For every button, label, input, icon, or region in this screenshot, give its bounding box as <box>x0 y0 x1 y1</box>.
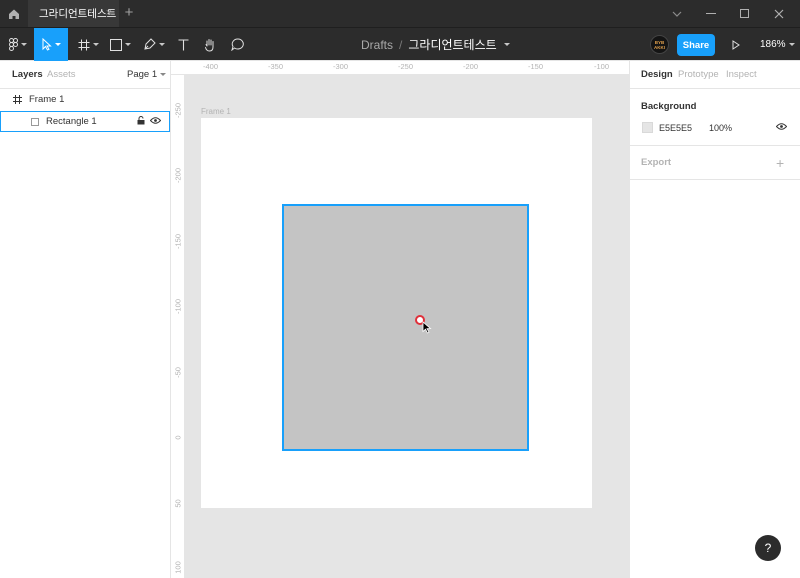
background-section <box>630 89 800 146</box>
background-swatch[interactable] <box>642 122 653 133</box>
canvas[interactable]: -400 -350 -300 -250 -200 -150 -100 -250 … <box>171 61 629 578</box>
chevron-down-icon <box>788 43 795 46</box>
ruler-tick: -100 <box>173 299 183 315</box>
layer-label: Rectangle 1 <box>46 116 97 127</box>
eye-icon[interactable] <box>150 117 161 124</box>
layer-label: Frame 1 <box>29 94 65 105</box>
add-export-button[interactable]: + <box>776 155 784 171</box>
pen-icon <box>144 38 156 50</box>
main-menu-button[interactable] <box>4 28 32 61</box>
ruler-tick: -250 <box>398 62 414 71</box>
tab-assets[interactable]: Assets <box>47 69 76 80</box>
rectangle-1[interactable] <box>282 204 529 451</box>
frame-label[interactable]: Frame 1 <box>201 107 231 116</box>
ruler-tick: -350 <box>268 62 284 71</box>
comment-tool-button[interactable] <box>228 28 248 61</box>
background-hex[interactable]: E5E5E5 <box>659 123 692 133</box>
chevron-down-icon <box>21 43 27 46</box>
new-tab-button[interactable]: + <box>121 4 137 22</box>
frame-icon <box>13 95 22 104</box>
breadcrumb-separator: / <box>399 37 403 52</box>
chevron-down-icon <box>92 43 99 46</box>
layer-actions <box>137 116 161 125</box>
title-bar: 그라디언트테스트 × + <box>0 0 800 27</box>
left-panel-tabs: Layers Assets Page 1 <box>0 61 170 89</box>
breadcrumb-drafts[interactable]: Drafts <box>361 38 393 52</box>
minimize-button[interactable] <box>694 0 728 27</box>
ruler-tick: -150 <box>528 62 544 71</box>
page-name: Page 1 <box>127 69 158 80</box>
share-button[interactable]: Share <box>677 34 715 56</box>
chevron-down-icon <box>159 43 165 46</box>
pen-tool-button[interactable] <box>140 28 168 61</box>
comment-icon <box>231 38 244 51</box>
tab-design[interactable]: Design <box>641 69 673 80</box>
chevron-down-icon[interactable] <box>660 0 694 27</box>
ruler-tick: -200 <box>173 168 183 184</box>
file-name[interactable]: 그라디언트테스트 <box>408 36 496 53</box>
zoom-level: 186% <box>760 39 786 50</box>
chevron-down-icon <box>160 73 167 76</box>
ruler-top: -400 -350 -300 -250 -200 -150 -100 <box>171 61 629 75</box>
right-panel-tabs: Design Prototype Inspect <box>630 61 800 89</box>
ruler-tick: -400 <box>203 62 219 71</box>
ruler-tick: 0 <box>173 435 183 440</box>
layers-panel: Layers Assets Page 1 Frame 1 Rectangle 1 <box>0 61 171 578</box>
chevron-down-icon <box>124 43 131 46</box>
shape-tool-button[interactable] <box>106 28 134 61</box>
figma-logo-icon <box>9 38 18 51</box>
ruler-tick: -200 <box>463 62 479 71</box>
layer-frame-1[interactable]: Frame 1 <box>0 89 170 110</box>
home-button[interactable] <box>0 0 28 27</box>
ruler-tick: -250 <box>173 103 183 119</box>
ruler-left: -250 -200 -150 -100 -50 0 50 100 <box>171 75 185 578</box>
hand-tool-button[interactable] <box>200 28 220 61</box>
ruler-tick: -50 <box>173 367 183 378</box>
frame-icon <box>78 39 89 50</box>
close-window-button[interactable] <box>762 0 796 27</box>
unlock-icon[interactable] <box>137 116 145 125</box>
ruler-tick: 100 <box>173 561 183 574</box>
ruler-tick: -300 <box>333 62 349 71</box>
help-button[interactable]: ? <box>755 535 781 561</box>
avatar[interactable]: BYB AKKI <box>650 35 669 54</box>
close-icon <box>774 9 784 18</box>
ruler-tick: -100 <box>594 62 610 71</box>
hand-icon <box>204 38 213 52</box>
minimize-icon <box>706 12 716 14</box>
move-tool-button[interactable] <box>34 28 68 61</box>
background-title: Background <box>641 101 697 112</box>
rectangle-icon <box>31 117 39 126</box>
text-icon <box>178 38 188 50</box>
ruler-tick: 50 <box>173 499 183 508</box>
ruler-tick: -150 <box>173 234 183 250</box>
breadcrumb: Drafts / 그라디언트테스트 <box>361 28 510 61</box>
maximize-icon <box>740 8 749 18</box>
zoom-menu[interactable]: 186% <box>760 28 795 61</box>
eye-icon[interactable] <box>776 123 787 130</box>
tab-layers[interactable]: Layers <box>12 69 43 80</box>
maximize-button[interactable] <box>728 0 762 27</box>
move-cursor-icon <box>42 38 52 51</box>
tab-prototype[interactable]: Prototype <box>678 69 719 80</box>
mouse-cursor-icon <box>422 321 432 334</box>
background-opacity[interactable]: 100% <box>709 123 732 133</box>
export-title: Export <box>641 157 672 168</box>
page-selector[interactable]: Page 1 <box>127 69 167 80</box>
tab-close-icon[interactable]: × <box>106 7 112 19</box>
frame-tool-button[interactable] <box>74 28 102 61</box>
present-button[interactable] <box>728 28 744 61</box>
rectangle-icon <box>109 38 122 51</box>
file-tab[interactable]: 그라디언트테스트 × <box>28 0 119 27</box>
chevron-down-icon[interactable] <box>503 43 510 46</box>
properties-panel: Design Prototype Inspect Background E5E5… <box>629 61 800 578</box>
layer-rectangle-1[interactable]: Rectangle 1 <box>0 111 170 132</box>
tab-inspect[interactable]: Inspect <box>726 69 757 80</box>
play-icon <box>732 39 740 50</box>
chevron-down-icon <box>54 43 61 46</box>
home-icon <box>9 9 19 19</box>
toolbar: Drafts / 그라디언트테스트 BYB AKKI Share 186% <box>0 27 800 61</box>
text-tool-button[interactable] <box>174 28 192 61</box>
